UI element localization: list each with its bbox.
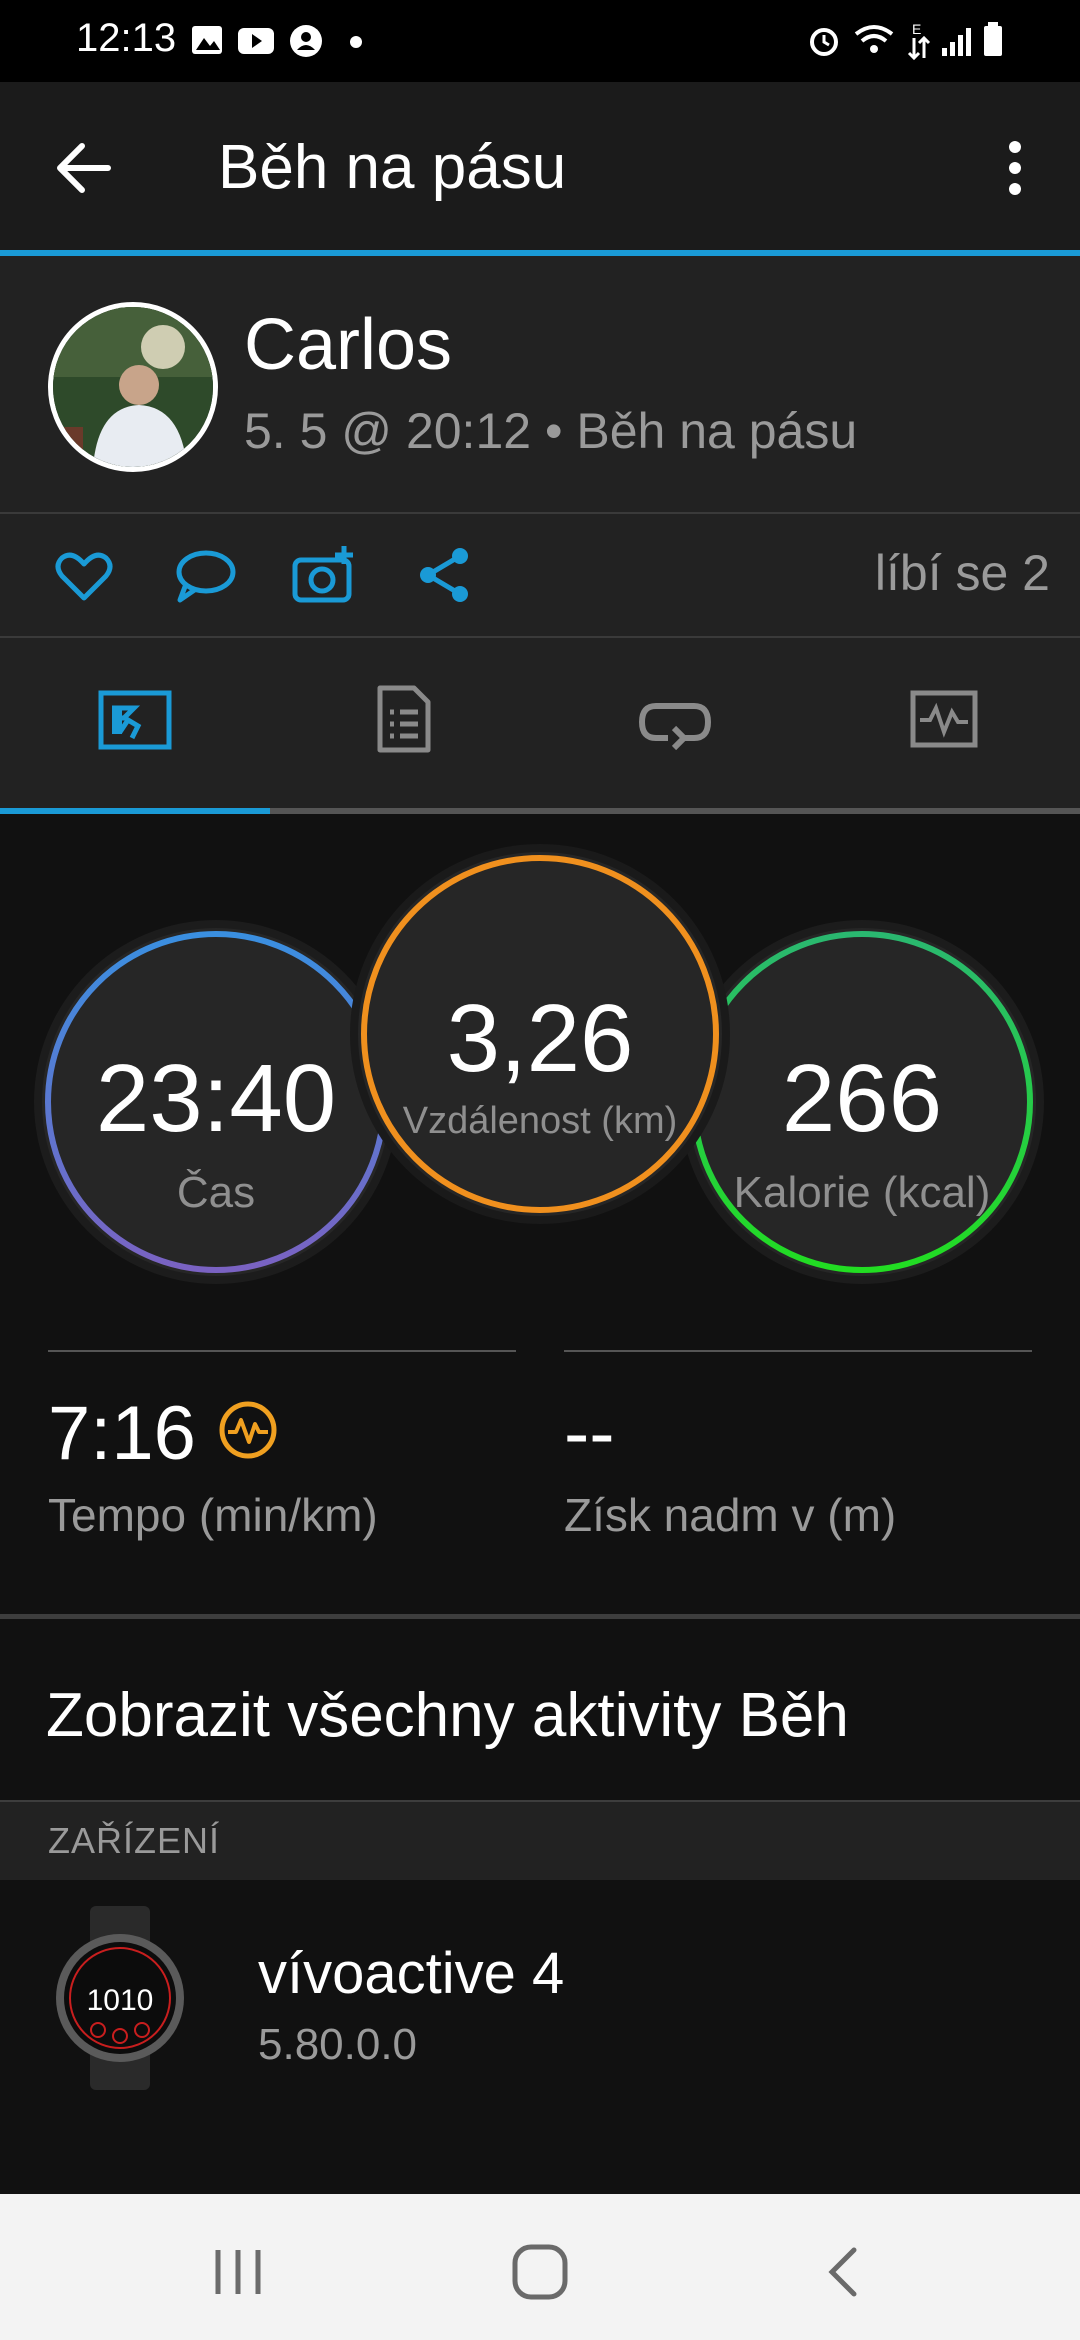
distance-label: Vzdálenost (km)	[402, 1100, 678, 1142]
add-photo-icon[interactable]	[292, 544, 358, 606]
data-transfer-icon: E	[907, 22, 931, 61]
distance-value: 3,26	[446, 985, 634, 1092]
account-icon	[290, 25, 322, 57]
time-value: 23:40	[95, 1045, 337, 1152]
user-name[interactable]: Carlos	[244, 304, 452, 386]
avatar[interactable]	[48, 302, 218, 472]
tempo-value: 7:16	[48, 1391, 196, 1476]
comment-icon[interactable]	[172, 546, 236, 606]
share-icon[interactable]	[416, 546, 472, 604]
smartwatch-icon[interactable]: 1010	[50, 1906, 190, 2090]
page-title: Běh na pásu	[218, 133, 567, 202]
tab-indicator	[0, 808, 270, 814]
alarm-icon	[810, 28, 838, 56]
section-divider	[0, 1614, 1080, 1619]
calories-label: Kalorie (kcal)	[733, 1168, 991, 1217]
overflow-menu-icon[interactable]	[1000, 138, 1030, 198]
gallery-icon	[192, 26, 222, 54]
tab-stats-icon[interactable]	[376, 684, 432, 754]
heart-rate-icon	[219, 1401, 277, 1459]
stat-divider	[564, 1350, 1032, 1352]
device-version: 5.80.0.0	[258, 2020, 418, 2069]
notification-dot-icon	[350, 36, 362, 48]
all-activities-link[interactable]: Zobrazit všechny aktivity Běh	[46, 1680, 849, 1751]
device-name[interactable]: vívoactive 4	[258, 1940, 564, 2007]
signal-icon	[942, 28, 971, 56]
time-label: Čas	[176, 1168, 256, 1217]
likes-count-link[interactable]: líbí se 2	[875, 544, 1050, 602]
back-arrow-icon[interactable]	[54, 140, 114, 196]
elevation-gain-value: --	[564, 1391, 615, 1476]
youtube-icon	[238, 28, 274, 54]
calories-value: 266	[781, 1045, 943, 1152]
battery-icon	[984, 22, 1002, 56]
watch-face-time: 1010	[87, 1984, 154, 2017]
activity-meta: 5. 5 @ 20:12 • Běh na pásu	[244, 403, 858, 459]
like-heart-icon[interactable]	[54, 548, 114, 604]
elevation-gain-label: Získ nadm v (m)	[564, 1489, 897, 1541]
time-circle[interactable]: 23:40 Čas	[42, 928, 390, 1276]
devices-section-label: ZAŘÍZENÍ	[48, 1820, 221, 1861]
calories-circle[interactable]: 266 Kalorie (kcal)	[688, 928, 1036, 1276]
stat-divider	[48, 1350, 516, 1352]
home-icon[interactable]	[510, 2242, 570, 2302]
recent-apps-icon[interactable]	[208, 2246, 268, 2298]
tab-laps-icon[interactable]	[638, 694, 712, 750]
back-nav-icon[interactable]	[822, 2244, 862, 2300]
wifi-icon	[854, 25, 894, 53]
tab-charts-icon[interactable]	[910, 690, 978, 748]
svg-text:E: E	[912, 22, 921, 37]
tempo-label: Tempo (min/km)	[48, 1489, 378, 1541]
distance-circle[interactable]: 3,26 Vzdálenost (km)	[358, 852, 722, 1216]
tab-overview-icon[interactable]	[98, 690, 172, 750]
status-time: 12:13	[76, 16, 177, 60]
avatar-photo	[53, 307, 213, 467]
